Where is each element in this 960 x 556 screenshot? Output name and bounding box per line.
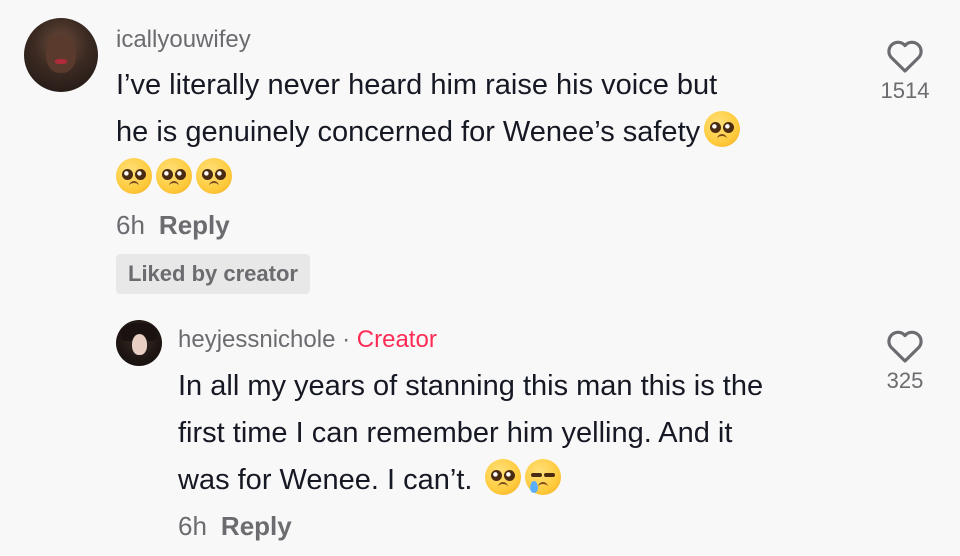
pleading-face-icon	[116, 158, 152, 194]
pleading-face-icon	[156, 158, 192, 194]
avatar[interactable]	[116, 320, 162, 366]
comment-text-line: he is genuinely concerned for Wenee’s sa…	[116, 116, 701, 148]
reply-text-line: In all my years of stanning this man thi…	[178, 370, 764, 402]
comment-username[interactable]: icallyouwifey	[116, 26, 251, 54]
avatar[interactable]	[24, 18, 98, 92]
liked-by-creator-badge: Liked by creator	[116, 254, 310, 294]
comment-text: I’ve literally never heard him raise his…	[116, 62, 856, 203]
comment-timestamp: 6h	[116, 210, 145, 240]
pleading-face-icon	[484, 459, 521, 495]
reply-meta: 6h Reply	[178, 511, 292, 542]
reply-button[interactable]: Reply	[159, 210, 230, 240]
pleading-face-icon	[196, 158, 232, 194]
like-button[interactable]: 1514	[870, 38, 940, 104]
comment-text-line: I’ve literally never heard him raise his…	[116, 69, 718, 101]
creator-label: Creator	[356, 326, 437, 353]
reply-timestamp: 6h	[178, 511, 207, 541]
reply-button[interactable]: Reply	[221, 511, 292, 541]
crying-face-icon	[524, 459, 561, 495]
comment-item: icallyouwifey I’ve literally never heard…	[0, 0, 960, 300]
like-count: 325	[886, 368, 924, 393]
like-button[interactable]: 325	[870, 328, 940, 394]
reply-item: heyjessnichole · Creator In all my years…	[0, 300, 960, 556]
reply-text: In all my years of stanning this man thi…	[178, 363, 858, 504]
reply-text-line: was for Wenee. I can’t.	[178, 464, 473, 496]
reply-text-line: first time I can remember him yelling. A…	[178, 417, 733, 449]
like-count: 1514	[880, 78, 930, 103]
reply-username[interactable]: heyjessnichole	[178, 326, 335, 353]
separator-dot: ·	[342, 326, 351, 353]
heart-icon[interactable]	[886, 38, 924, 74]
reply-username-row: heyjessnichole · Creator	[178, 326, 437, 354]
pleading-face-icon	[704, 111, 741, 147]
comment-meta: 6h Reply	[116, 210, 230, 241]
heart-icon[interactable]	[886, 328, 924, 364]
